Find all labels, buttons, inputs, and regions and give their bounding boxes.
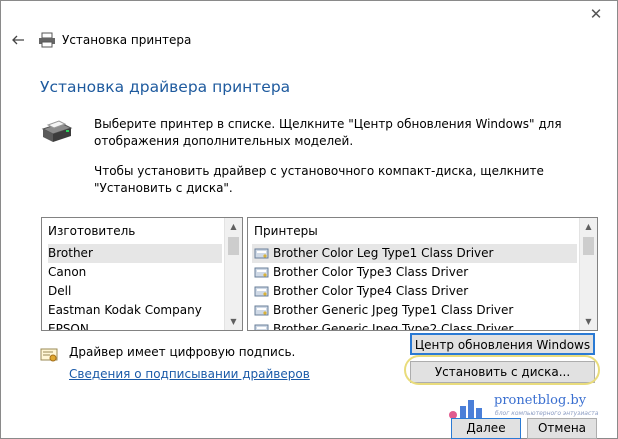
- page-title: Установка драйвера принтера: [40, 78, 291, 96]
- scroll-down-icon[interactable]: ▼: [580, 313, 597, 330]
- printer-list-header: Принтеры: [254, 224, 318, 238]
- printer-driver-icon: [254, 305, 269, 316]
- scroll-thumb[interactable]: [228, 237, 239, 255]
- list-item[interactable]: EPSON: [48, 320, 222, 330]
- disk-instruction-text: Чтобы установить драйвер с установочного…: [94, 164, 544, 195]
- printer-driver-icon: [254, 286, 269, 297]
- signature-status-text: Драйвер имеет цифровую подпись.: [69, 345, 296, 359]
- manufacturer-list[interactable]: Изготовитель Brother Canon Dell Eastman …: [41, 217, 243, 331]
- list-item[interactable]: Brother Color Type3 Class Driver: [252, 263, 577, 282]
- list-item[interactable]: Brother Color Leg Type1 Class Driver: [252, 244, 577, 263]
- list-item[interactable]: Brother Color Type4 Class Driver: [252, 282, 577, 301]
- manufacturer-scrollbar[interactable]: ▲ ▼: [224, 218, 242, 330]
- driver-signing-link[interactable]: Сведения о подписывании драйверов: [69, 367, 310, 381]
- printer-list[interactable]: Принтеры Brother Color Leg Type1 Class D…: [247, 217, 598, 331]
- list-item[interactable]: Brother Generic Jpeg Type2 Class Driver: [252, 320, 577, 330]
- printer-scrollbar[interactable]: ▲ ▼: [579, 218, 597, 330]
- printer-icon: [39, 32, 55, 48]
- list-item[interactable]: Brother: [48, 244, 222, 263]
- window-header: Установка принтера: [10, 30, 191, 50]
- scroll-thumb[interactable]: [583, 237, 594, 255]
- list-item[interactable]: Eastman Kodak Company: [48, 301, 222, 320]
- scroll-down-icon[interactable]: ▼: [225, 313, 242, 330]
- printer-driver-icon: [254, 324, 269, 330]
- close-button[interactable]: ✕: [584, 6, 608, 22]
- scroll-up-icon[interactable]: ▲: [225, 218, 242, 235]
- next-button[interactable]: Далее: [451, 418, 521, 439]
- list-item[interactable]: Dell: [48, 282, 222, 301]
- back-arrow-icon[interactable]: [10, 32, 26, 48]
- list-item[interactable]: Canon: [48, 263, 222, 282]
- window-title: Установка принтера: [62, 33, 192, 47]
- list-item[interactable]: Brother Generic Jpeg Type1 Class Driver: [252, 301, 577, 320]
- printer-large-icon: [41, 120, 73, 142]
- printer-driver-icon: [254, 267, 269, 278]
- windows-update-button[interactable]: Центр обновления Windows: [410, 333, 595, 355]
- manufacturer-list-header: Изготовитель: [48, 224, 136, 238]
- have-disk-button[interactable]: Установить с диска...: [410, 361, 595, 383]
- close-icon: ✕: [589, 5, 603, 23]
- cancel-button[interactable]: Отмена: [527, 418, 597, 439]
- certificate-icon: [40, 348, 58, 362]
- printer-driver-icon: [254, 248, 269, 259]
- scroll-up-icon[interactable]: ▲: [580, 218, 597, 235]
- description-text: Выберите принтер в списке. Щелкните "Цен…: [94, 117, 562, 148]
